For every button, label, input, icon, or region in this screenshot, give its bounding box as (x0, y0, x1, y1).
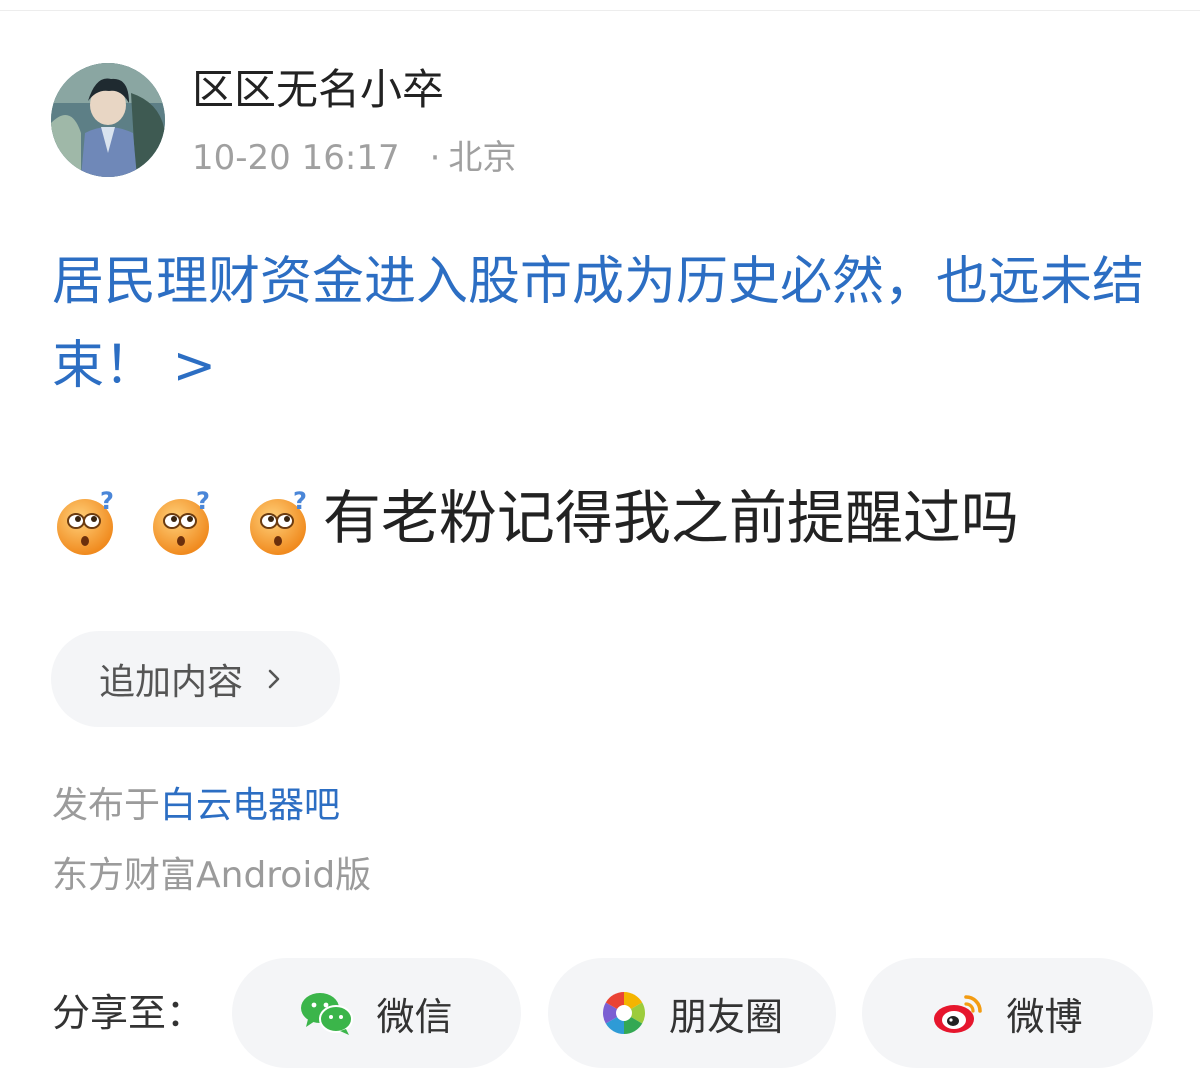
camera-aperture-icon (602, 992, 645, 1034)
share-wechat-label: 微信 (376, 994, 453, 1039)
confused-face-emoji-1: ? (57, 487, 114, 555)
share-weibo-button[interactable]: 微博 (862, 958, 1153, 1068)
share-wechat-button[interactable]: 微信 (232, 958, 521, 1068)
append-content-label: 追加内容 (99, 662, 244, 703)
avatar[interactable] (51, 63, 165, 177)
svg-text:?: ? (293, 487, 307, 515)
author-name[interactable]: 区区无名小卒 (192, 64, 444, 116)
bar-link[interactable]: 白云电器吧 (160, 785, 340, 826)
post-title-link[interactable]: 居民理财资金进入股市成为历史必然，也远未结束！ > (52, 240, 1162, 408)
post-content: ? ? ? 有老粉记得我之前提醒过吗 (52, 478, 1019, 558)
meta-separator: · (429, 138, 441, 178)
posted-prefix: 发布于 (52, 785, 161, 826)
weibo-icon (934, 995, 983, 1033)
share-label: 分享至： (52, 991, 205, 1035)
share-weibo-label: 微博 (1006, 994, 1083, 1039)
post-time: 10-20 16:17 (192, 138, 400, 178)
confused-face-emoji-3: ? (249, 487, 307, 555)
post-meta: 10-20 16:17 · 北京 (192, 136, 516, 180)
post-content-text: 有老粉记得我之前提醒过吗 (322, 484, 1019, 552)
svg-text:?: ? (100, 487, 114, 515)
chevron-right-icon (268, 669, 280, 689)
append-content-button[interactable]: 追加内容 (51, 631, 340, 727)
post-location: 北京 (448, 138, 517, 178)
client-source: 东方财富Android版 (52, 855, 372, 896)
wechat-icon (301, 993, 354, 1035)
svg-text:?: ? (196, 487, 210, 515)
top-divider (0, 10, 1200, 11)
confused-face-emoji-2: ? (153, 487, 210, 555)
share-moments-button[interactable]: 朋友圈 (548, 958, 836, 1068)
posted-in: 发布于白云电器吧 (52, 782, 340, 830)
share-moments-label: 朋友圈 (668, 994, 783, 1039)
